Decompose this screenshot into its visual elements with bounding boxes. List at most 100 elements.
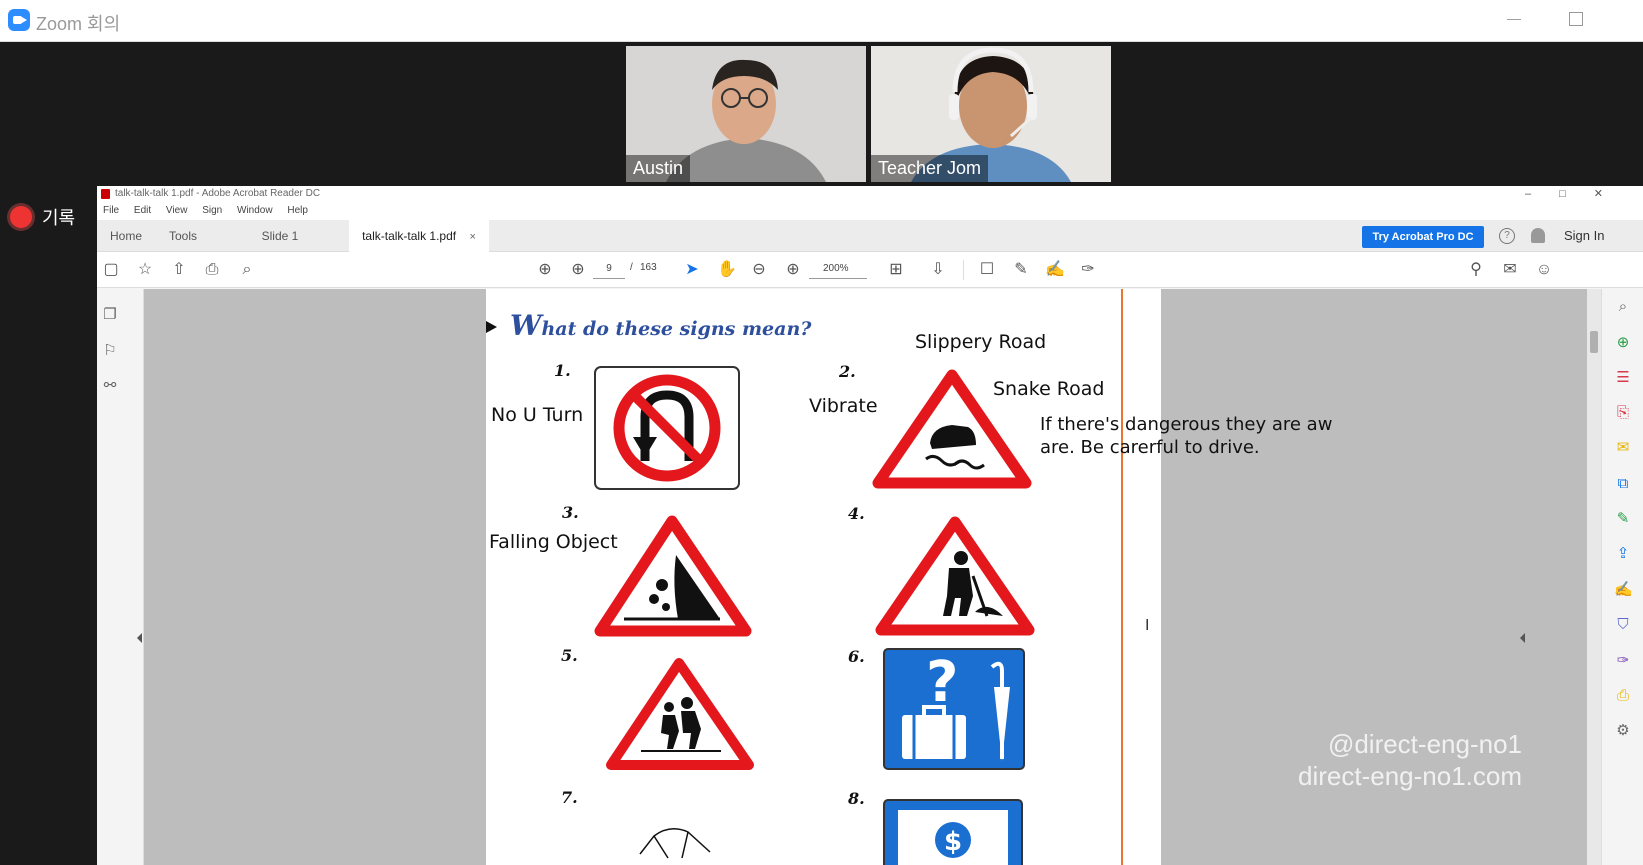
try-acrobat-pro-button[interactable]: Try Acrobat Pro DC	[1362, 226, 1484, 248]
page-number-input[interactable]: 9	[593, 259, 625, 279]
item-number: 4.	[848, 504, 865, 523]
fill-sign-icon[interactable]: ✑	[1079, 261, 1097, 279]
page-thumbnails-icon[interactable]: ❐	[101, 306, 119, 324]
send-review-icon[interactable]: ⇪	[1614, 545, 1632, 563]
toolbar: ▢ ☆ ⇧ ⎙ ⌕ ⊕ ⊕ 9 / 163 ➤ ✋ ⊖ ⊕ 200% ⊞ ⇩ ☐…	[97, 252, 1643, 288]
item-number: 3.	[562, 503, 579, 522]
acrobat-title-bar: talk-talk-talk 1.pdf - Adobe Acrobat Rea…	[97, 186, 1643, 202]
save-icon[interactable]: ▢	[102, 261, 120, 279]
vertical-scrollbar[interactable]	[1587, 289, 1601, 865]
organize-pages-icon[interactable]: ☰	[1614, 369, 1632, 387]
fit-page-icon[interactable]: ⊞	[887, 261, 905, 279]
participant-tile-austin[interactable]: Austin	[626, 46, 866, 182]
edit-pdf-icon[interactable]: ✎	[1614, 510, 1632, 528]
zoom-out-icon[interactable]: ⊖	[750, 261, 768, 279]
record-icon	[10, 206, 32, 228]
item-number: 5.	[561, 646, 578, 665]
page-total: 163	[640, 262, 657, 273]
select-cursor-icon[interactable]: ➤	[683, 261, 701, 279]
zoom-tool-icon[interactable]: ⌕	[1614, 298, 1632, 316]
svg-text:$: $	[944, 827, 962, 857]
create-pdf-icon[interactable]: ⊕	[1614, 334, 1632, 352]
page-separator: /	[630, 262, 633, 273]
notification-bell-icon[interactable]	[1531, 228, 1545, 243]
comment-tool-icon[interactable]: ✉	[1614, 439, 1632, 457]
tab-slide[interactable]: Slide 1	[211, 220, 349, 252]
worksheet-heading: What do these signs mean?	[510, 309, 811, 342]
item-number: 8.	[848, 789, 865, 808]
zoom-window-title: Zoom 회의	[36, 14, 121, 34]
menu-window[interactable]: Window	[237, 205, 273, 216]
maximize-icon[interactable]	[1569, 12, 1583, 26]
highlight-icon[interactable]: ✎	[1012, 261, 1030, 279]
link-icon[interactable]: ⚲	[1467, 261, 1485, 279]
tab-close-icon[interactable]: ×	[469, 231, 475, 243]
collapse-right-pane-icon[interactable]	[1520, 633, 1525, 643]
menu-bar: File Edit View Sign Window Help	[97, 202, 1643, 220]
falling-rocks-sign-icon	[594, 515, 752, 637]
tab-bar: Home Tools Slide 1 talk-talk-talk 1.pdf …	[97, 220, 1643, 252]
tab-tools[interactable]: Tools	[155, 220, 211, 252]
item-number: 1.	[554, 361, 571, 380]
collapse-left-pane-icon[interactable]	[137, 633, 142, 643]
menu-sign[interactable]: Sign	[202, 205, 222, 216]
recording-indicator[interactable]: 기록	[10, 204, 75, 230]
lost-property-sign-icon: ?	[883, 648, 1025, 770]
zoom-title-bar: Zoom 회의 —	[0, 0, 1643, 42]
tab-document[interactable]: talk-talk-talk 1.pdf ×	[349, 220, 489, 252]
sign-in-link[interactable]: Sign In	[1564, 220, 1604, 252]
comment-icon[interactable]: ☐	[978, 261, 996, 279]
annotation-no-u-turn: No U Turn	[491, 404, 584, 426]
item-number: 7.	[561, 788, 578, 807]
bookmark-star-icon[interactable]: ☆	[136, 261, 154, 279]
annotation-falling-object: Falling Object	[489, 531, 618, 553]
tab-document-label: talk-talk-talk 1.pdf	[362, 229, 457, 243]
export-pdf-icon[interactable]: ⎘	[1614, 404, 1632, 422]
scrollbar-thumb[interactable]	[1590, 331, 1598, 353]
window-controls[interactable]: –□✕	[1525, 186, 1631, 202]
record-label: 기록	[42, 208, 76, 228]
help-icon[interactable]: ?	[1499, 228, 1515, 244]
acrobat-window-title: talk-talk-talk 1.pdf - Adobe Acrobat Rea…	[115, 188, 321, 199]
fill-sign-tool-icon[interactable]: ✍	[1614, 581, 1633, 599]
zoom-level-select[interactable]: 200%	[809, 259, 867, 279]
hand-tool-icon[interactable]: ✋	[717, 261, 737, 279]
menu-file[interactable]: File	[103, 205, 119, 216]
right-tools-rail: ⌕ ⊕ ☰ ⎘ ✉ ⧉ ✎ ⇪ ✍ ⛉ ✑ ⎙ ⚙	[1601, 289, 1643, 865]
watermark-site: direct-eng-no1.com	[1298, 761, 1522, 791]
scan-icon[interactable]: ⎙	[1614, 687, 1632, 705]
search-icon[interactable]: ⌕	[238, 261, 256, 279]
scroll-mode-icon[interactable]: ⇩	[929, 261, 947, 279]
road-works-sign-icon	[875, 516, 1035, 636]
combine-files-icon[interactable]: ⧉	[1614, 475, 1632, 493]
request-signature-icon[interactable]: ✑	[1614, 652, 1632, 670]
upload-icon[interactable]: ⇧	[170, 261, 188, 279]
more-tools-icon[interactable]: ⚙	[1614, 722, 1632, 740]
participant-tile-teacher-jom[interactable]: Teacher Jom	[871, 46, 1111, 182]
watermark-handle: @direct-eng-no1	[1327, 729, 1522, 759]
menu-edit[interactable]: Edit	[134, 205, 151, 216]
minimize-icon[interactable]: —	[1507, 10, 1525, 28]
prev-page-icon[interactable]: ⊕	[536, 261, 554, 279]
draw-icon[interactable]: ✍	[1045, 261, 1065, 279]
attachments-icon[interactable]: ⚯	[101, 377, 119, 395]
menu-help[interactable]: Help	[287, 205, 308, 216]
next-page-icon[interactable]: ⊕	[569, 261, 587, 279]
left-nav-rail: ❐ ⚐ ⚯	[97, 289, 144, 865]
text-cursor-icon: I	[1145, 617, 1150, 634]
annotation-dangerous-line1: If there's dangerous they are aw	[1040, 414, 1333, 435]
pdf-icon	[101, 189, 110, 199]
print-icon[interactable]: ⎙	[203, 261, 221, 279]
annotation-divider	[1121, 289, 1123, 865]
share-user-icon[interactable]: ☺	[1535, 261, 1553, 279]
tab-home[interactable]: Home	[97, 220, 155, 252]
bullet-triangle-icon	[486, 321, 497, 333]
protect-icon[interactable]: ⛉	[1614, 616, 1632, 634]
acrobat-window: talk-talk-talk 1.pdf - Adobe Acrobat Rea…	[97, 186, 1643, 865]
zoom-in-icon[interactable]: ⊕	[784, 261, 802, 279]
children-crossing-sign-icon	[606, 658, 754, 770]
bookmarks-icon[interactable]: ⚐	[101, 342, 119, 360]
participant-name: Austin	[626, 155, 691, 182]
email-icon[interactable]: ✉	[1501, 261, 1519, 279]
menu-view[interactable]: View	[166, 205, 188, 216]
